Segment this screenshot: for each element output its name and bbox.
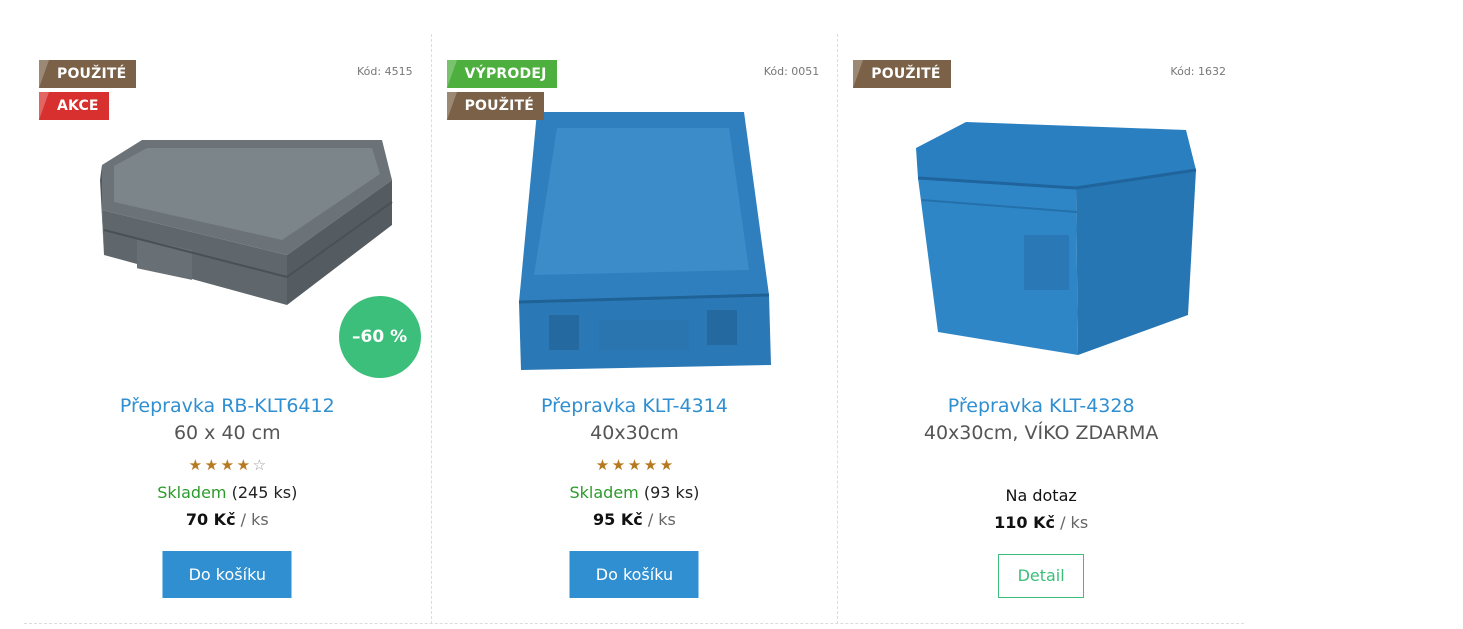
product-subtitle: 40x30cm bbox=[590, 422, 679, 444]
price-value: 95 Kč bbox=[593, 510, 643, 529]
product-grid: POUŽITÉ AKCE Kód: 4515 –60 % Přepravka R… bbox=[24, 34, 1244, 624]
product-flags: POUŽITÉ bbox=[853, 60, 951, 88]
flag-used: POUŽITÉ bbox=[853, 60, 951, 88]
availability-on-request: Na dotaz bbox=[1005, 486, 1077, 505]
product-flags: POUŽITÉ AKCE bbox=[39, 60, 137, 120]
price-unit: / ks bbox=[1060, 513, 1089, 532]
star-filled-icon: ★ bbox=[595, 456, 610, 474]
discount-badge: –60 % bbox=[338, 296, 421, 378]
stock-count: (93 ks) bbox=[643, 483, 700, 502]
price: 95 Kč / ks bbox=[432, 510, 838, 530]
stock-info: Skladem (245 ks) bbox=[24, 483, 431, 503]
rating-stars: ★ ★ ★ ★ ★ bbox=[432, 457, 838, 473]
detail-button[interactable]: Detail bbox=[998, 554, 1085, 598]
star-filled-icon: ★ bbox=[627, 456, 642, 474]
star-filled-icon: ★ bbox=[188, 456, 203, 474]
price-unit: / ks bbox=[240, 510, 269, 529]
star-filled-icon: ★ bbox=[236, 456, 251, 474]
product-subtitle: 40x30cm, VÍKO ZDARMA bbox=[923, 422, 1159, 444]
flag-used: POUŽITÉ bbox=[446, 92, 544, 120]
flag-sale: VÝPRODEJ bbox=[446, 60, 557, 88]
flag-action: AKCE bbox=[39, 92, 109, 120]
rating-stars: ★ ★ ★ ★ ☆ bbox=[24, 457, 431, 473]
product-card: VÝPRODEJ POUŽITÉ Kód: 0051 Přepravka KLT… bbox=[430, 34, 838, 624]
star-filled-icon: ★ bbox=[643, 456, 658, 474]
product-name-link[interactable]: Přepravka KLT-4328 bbox=[838, 394, 1244, 418]
price-value: 70 Kč bbox=[185, 510, 236, 529]
product-name-link[interactable]: Přepravka RB-KLT6412 bbox=[24, 394, 431, 418]
price: 110 Kč / ks bbox=[838, 513, 1244, 533]
blue-box-illustration bbox=[916, 122, 1197, 355]
grid-bottom-divider bbox=[24, 623, 1244, 624]
product-card: POUŽITÉ Kód: 1632 Přepravka KLT-4328 40x… bbox=[837, 34, 1244, 624]
star-filled-icon: ★ bbox=[659, 456, 674, 474]
stock-info: Skladem (93 ks) bbox=[432, 483, 838, 503]
star-filled-icon: ★ bbox=[611, 456, 626, 474]
price-unit: / ks bbox=[647, 510, 676, 529]
add-to-cart-button[interactable]: Do košíku bbox=[569, 551, 699, 598]
star-filled-icon: ★ bbox=[204, 456, 219, 474]
flag-used: POUŽITÉ bbox=[39, 60, 137, 88]
stock-count: (245 ks) bbox=[231, 483, 298, 502]
product-name-link[interactable]: Přepravka KLT-4314 bbox=[432, 394, 838, 418]
price: 70 Kč / ks bbox=[24, 510, 431, 530]
product-flags: VÝPRODEJ POUŽITÉ bbox=[446, 60, 557, 120]
product-image[interactable] bbox=[856, 70, 1226, 370]
star-empty-icon: ☆ bbox=[252, 456, 267, 474]
stock-status: Skladem bbox=[157, 483, 227, 502]
star-filled-icon: ★ bbox=[220, 456, 235, 474]
product-subtitle: 60 x 40 cm bbox=[173, 422, 281, 444]
product-card: POUŽITÉ AKCE Kód: 4515 –60 % Přepravka R… bbox=[24, 34, 431, 624]
add-to-cart-button[interactable]: Do košíku bbox=[162, 551, 292, 598]
price-value: 110 Kč bbox=[994, 513, 1055, 532]
stock-status: Skladem bbox=[569, 483, 639, 502]
